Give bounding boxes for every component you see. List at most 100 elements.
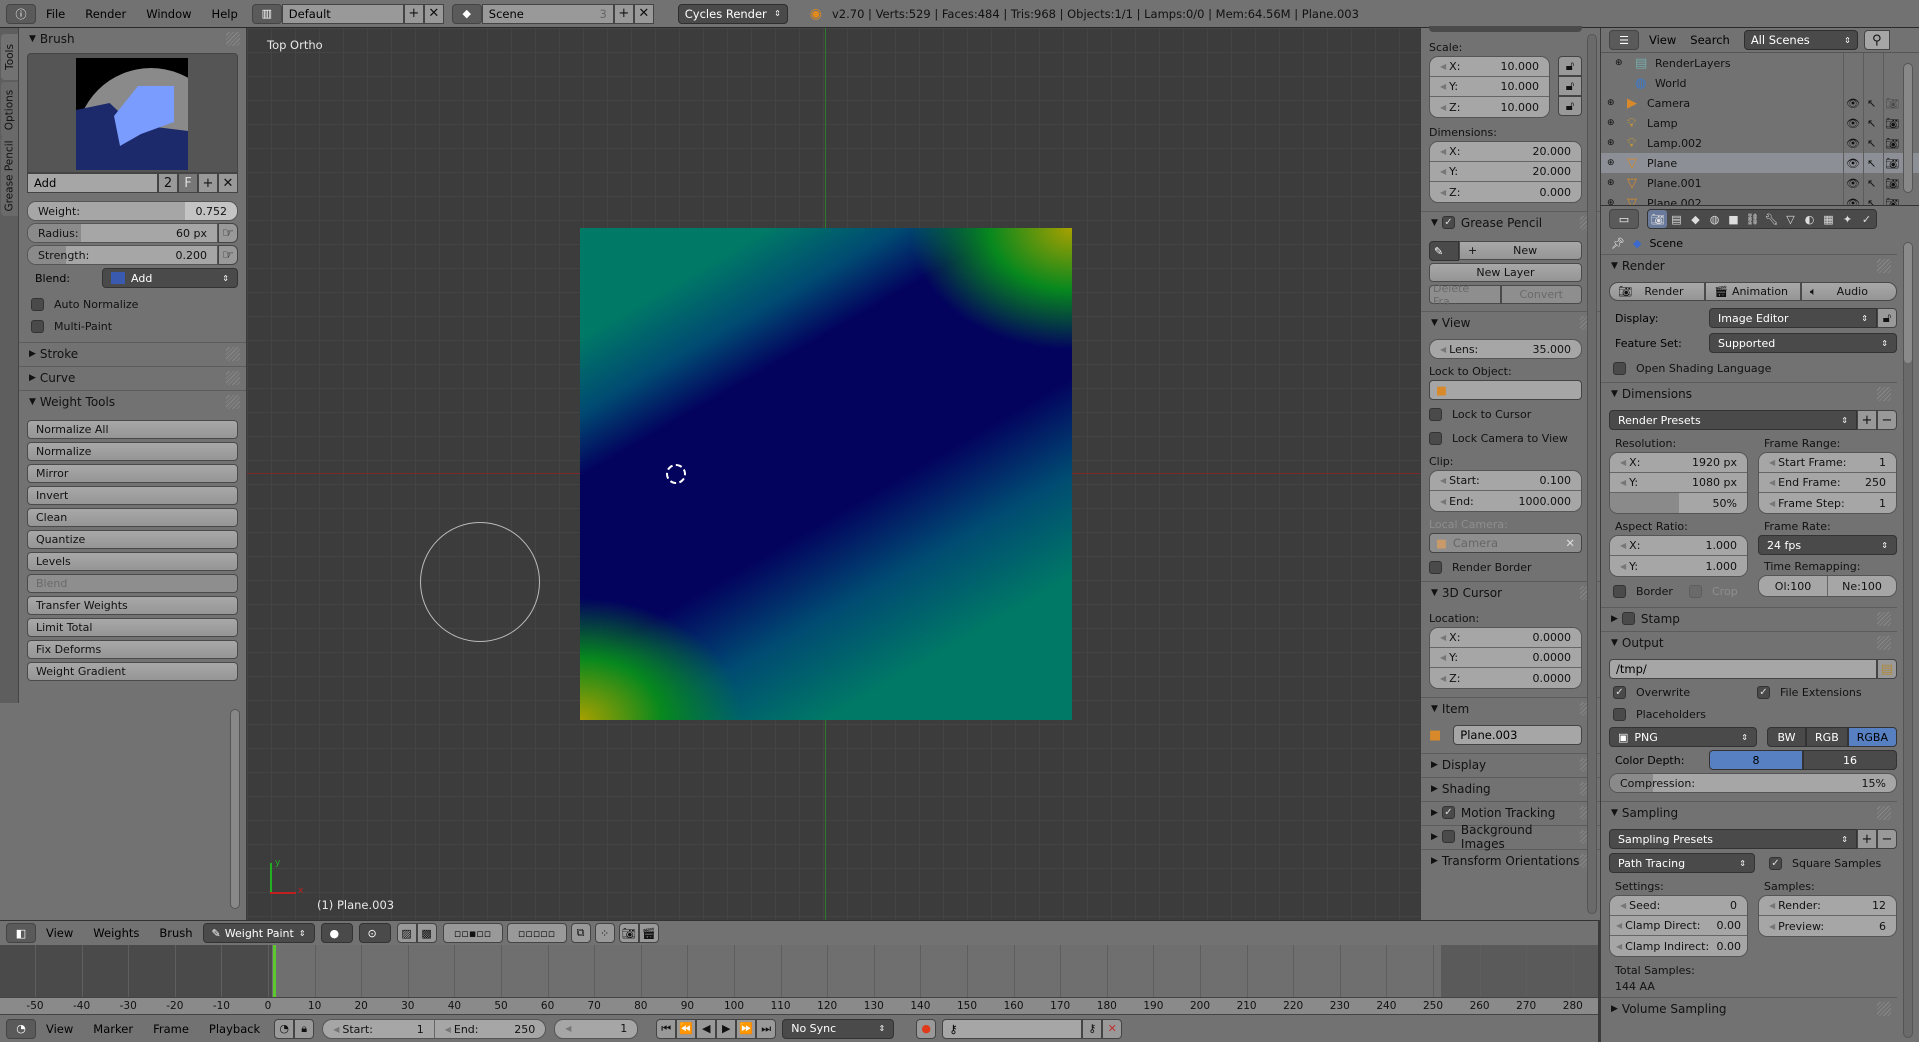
outliner-row[interactable]: ⊕ 💡︎ Lamp 👁︎ ↖ 📷︎ — [1601, 113, 1919, 133]
preview-samples-field[interactable]: ◀ Preview: 6 — [1759, 916, 1896, 936]
timeline-menu-view[interactable]: View — [36, 1022, 83, 1036]
lock-object-field[interactable]: ■ — [1429, 380, 1582, 400]
keying-set-field[interactable]: ⚷ — [942, 1018, 1083, 1039]
brush-preview-box[interactable] — [27, 53, 238, 173]
outliner-scope-dropdown[interactable]: All Scenes ⇕ — [1743, 30, 1858, 50]
remove-scene-icon[interactable]: ✕ — [633, 3, 654, 24]
expand-plus-icon[interactable]: ⊕ — [1615, 58, 1623, 68]
clip-end-field[interactable]: ◀ End: 1000.000 — [1430, 491, 1581, 511]
osl-checkbox[interactable]: Open Shading Language — [1609, 358, 1897, 378]
drag-grip-icon[interactable] — [1877, 635, 1891, 650]
placeholders-checkbox[interactable]: Placeholders — [1609, 704, 1897, 724]
expand-plus-icon[interactable]: ⊕ — [1607, 158, 1615, 168]
expand-plus-icon[interactable]: ⊕ — [1607, 98, 1615, 108]
weight-tool-button[interactable]: Clean — [27, 508, 238, 527]
preview-range-icon[interactable]: ◔ — [274, 1018, 295, 1039]
weight-tool-button[interactable]: Levels — [27, 552, 238, 571]
timeline-area[interactable] — [0, 945, 1598, 997]
numeric-field[interactable]: ◀ Y: 10.000 — [1430, 77, 1549, 97]
lock-layers-icon[interactable]: ⧉ — [570, 923, 591, 943]
lock-icon[interactable]: 🔓︎ — [1558, 96, 1582, 116]
timeline-menu-playback[interactable]: Playback — [199, 1022, 270, 1036]
display-lock-icon[interactable]: 🔓︎ — [1877, 308, 1897, 328]
expand-plus-icon[interactable]: ⊕ — [1607, 118, 1615, 128]
stroke-panel-header[interactable]: ▶ Stroke — [19, 342, 246, 364]
seed-field[interactable]: ◀ Seed: 0 — [1610, 896, 1747, 916]
checkbox-checked[interactable]: ✓ — [1441, 216, 1455, 229]
current-frame-indicator[interactable] — [273, 945, 276, 997]
jump-keyframe-forward-icon[interactable]: ⏩ — [736, 1018, 757, 1039]
radius-slider[interactable]: Radius: 60 px — [27, 223, 218, 243]
visibility-eye-icon[interactable]: 👁︎ — [1846, 137, 1860, 150]
3dview-menu-view[interactable]: View — [36, 926, 83, 940]
renderability-camera-icon[interactable]: 📷︎ — [1885, 157, 1899, 170]
color-mode-rgb[interactable]: RGB — [1806, 727, 1848, 747]
render-panel-header[interactable]: ▼ Render — [1601, 254, 1897, 276]
sampling-panel-header[interactable]: ▼ Sampling — [1601, 801, 1897, 823]
timeline-end-field[interactable]: ◀ End: 250 — [434, 1019, 546, 1038]
pin-icon[interactable]: 📌︎ — [1611, 237, 1625, 250]
numeric-field[interactable]: ◀ X: 0.0000 — [1430, 628, 1581, 648]
tab-render-layers-icon[interactable]: ▤ — [1667, 210, 1686, 228]
start-frame-field[interactable]: ◀ Start Frame: 1 — [1759, 453, 1896, 473]
frame-step-field[interactable]: ◀ Frame Step: 1 — [1759, 493, 1896, 513]
weight-tool-button[interactable]: Transfer Weights — [27, 596, 238, 615]
weight-tool-button[interactable]: Invert — [27, 486, 238, 505]
weight-tool-button[interactable]: Fix Deforms — [27, 640, 238, 659]
renderability-camera-icon[interactable]: 📷︎ — [1885, 97, 1899, 110]
render-still-icon[interactable]: 📷︎ — [618, 923, 639, 943]
timeline-editor-icon[interactable]: ◔ — [6, 1018, 36, 1039]
selectability-cursor-icon[interactable]: ↖ — [1867, 157, 1876, 170]
feature-set-dropdown[interactable]: Supported ⇕ — [1709, 333, 1897, 353]
clamp-direct-field[interactable]: ◀ Clamp Direct: 0.00 — [1610, 916, 1747, 936]
layers-grid-a[interactable]: ▫▫▪▫▫ — [442, 923, 503, 943]
timeline-start-field[interactable]: ◀ Start: 1 — [323, 1019, 435, 1038]
brush-name-field[interactable]: Add — [27, 173, 158, 193]
weight-tool-button[interactable]: Quantize — [27, 530, 238, 549]
crop-checkbox[interactable]: Crop — [1689, 581, 1738, 601]
color-mode-rgba[interactable]: RGBA — [1847, 727, 1897, 747]
add-preset-icon[interactable]: + — [1857, 410, 1877, 430]
render-border-checkbox[interactable]: Render Border — [1429, 557, 1582, 577]
sync-mode-dropdown[interactable]: No Sync ⇕ — [782, 1018, 895, 1039]
mode-dropdown[interactable]: ✎ Weight Paint ⇕ — [202, 923, 315, 943]
resolution-y-field[interactable]: ◀ Y: 1080 px — [1610, 473, 1747, 493]
selectability-cursor-icon[interactable]: ↖ — [1867, 137, 1876, 150]
play-icon[interactable]: ▶ — [716, 1018, 737, 1039]
checkbox-box[interactable] — [1441, 830, 1455, 843]
render-button[interactable]: 📷︎ Render — [1609, 282, 1705, 301]
properties-editor-icon[interactable]: ▭ — [1609, 209, 1639, 229]
render-samples-field[interactable]: ◀ Render: 12 — [1759, 896, 1896, 916]
collapsed-panel-header[interactable]: ▶ Display — [1421, 753, 1600, 775]
delete-keyframe-icon[interactable]: ✕ — [1102, 1018, 1123, 1039]
3d-viewport[interactable]: Top Ortho y x (1) Plane.003 — [247, 28, 1420, 920]
viewport-shading-dropdown[interactable]: ● — [320, 923, 353, 943]
drag-grip-icon[interactable] — [1877, 611, 1891, 626]
color-mode-bw[interactable]: BW — [1767, 727, 1807, 747]
drag-grip-icon[interactable] — [1877, 1001, 1891, 1016]
timeline-menu-frame[interactable]: Frame — [143, 1022, 199, 1036]
folder-browse-icon[interactable]: ▤ — [1877, 659, 1897, 679]
visibility-eye-icon[interactable]: 👁︎ — [1846, 157, 1860, 170]
add-screen-icon[interactable]: + — [403, 3, 424, 24]
outliner-row[interactable]: ⊕ 💡︎ Lamp.002 👁︎ ↖ 📷︎ — [1601, 133, 1919, 153]
drag-grip-icon[interactable] — [1877, 805, 1891, 820]
numeric-field[interactable]: ◀ Y: 0.0000 — [1430, 648, 1581, 668]
audio-button[interactable]: 🔈︎ Audio — [1801, 282, 1897, 301]
weight-tool-button[interactable]: Mirror — [27, 464, 238, 483]
lens-field[interactable]: ◀ Lens: 35.000 — [1429, 339, 1582, 359]
layers-grid-b[interactable]: ▫▫▫▫▫ — [506, 923, 567, 943]
3dview-menu-weights[interactable]: Weights — [83, 926, 149, 940]
outliner-scrollbar[interactable] — [1903, 63, 1913, 193]
outliner-row[interactable]: ⊕ ▽ Plane 👁︎ ↖ 📷︎ — [1601, 153, 1919, 173]
add-brush-icon[interactable]: + — [198, 173, 218, 193]
weight-tools-panel-header[interactable]: ▼ Weight Tools — [19, 390, 246, 412]
visibility-eye-icon[interactable]: 👁︎ — [1846, 97, 1860, 110]
aspect-x-field[interactable]: ◀ X: 1.000 — [1610, 536, 1747, 556]
tab-particles-icon[interactable]: ✦ — [1838, 210, 1857, 228]
lock-icon[interactable]: 🔓︎ — [1558, 76, 1582, 96]
clip-start-field[interactable]: ◀ Start: 0.100 — [1430, 471, 1581, 491]
tab-constraints-icon[interactable]: ⛓ — [1743, 210, 1762, 228]
lock-range-icon[interactable]: 🔒︎ — [294, 1018, 315, 1039]
screen-layout-field[interactable]: Default — [281, 3, 404, 24]
